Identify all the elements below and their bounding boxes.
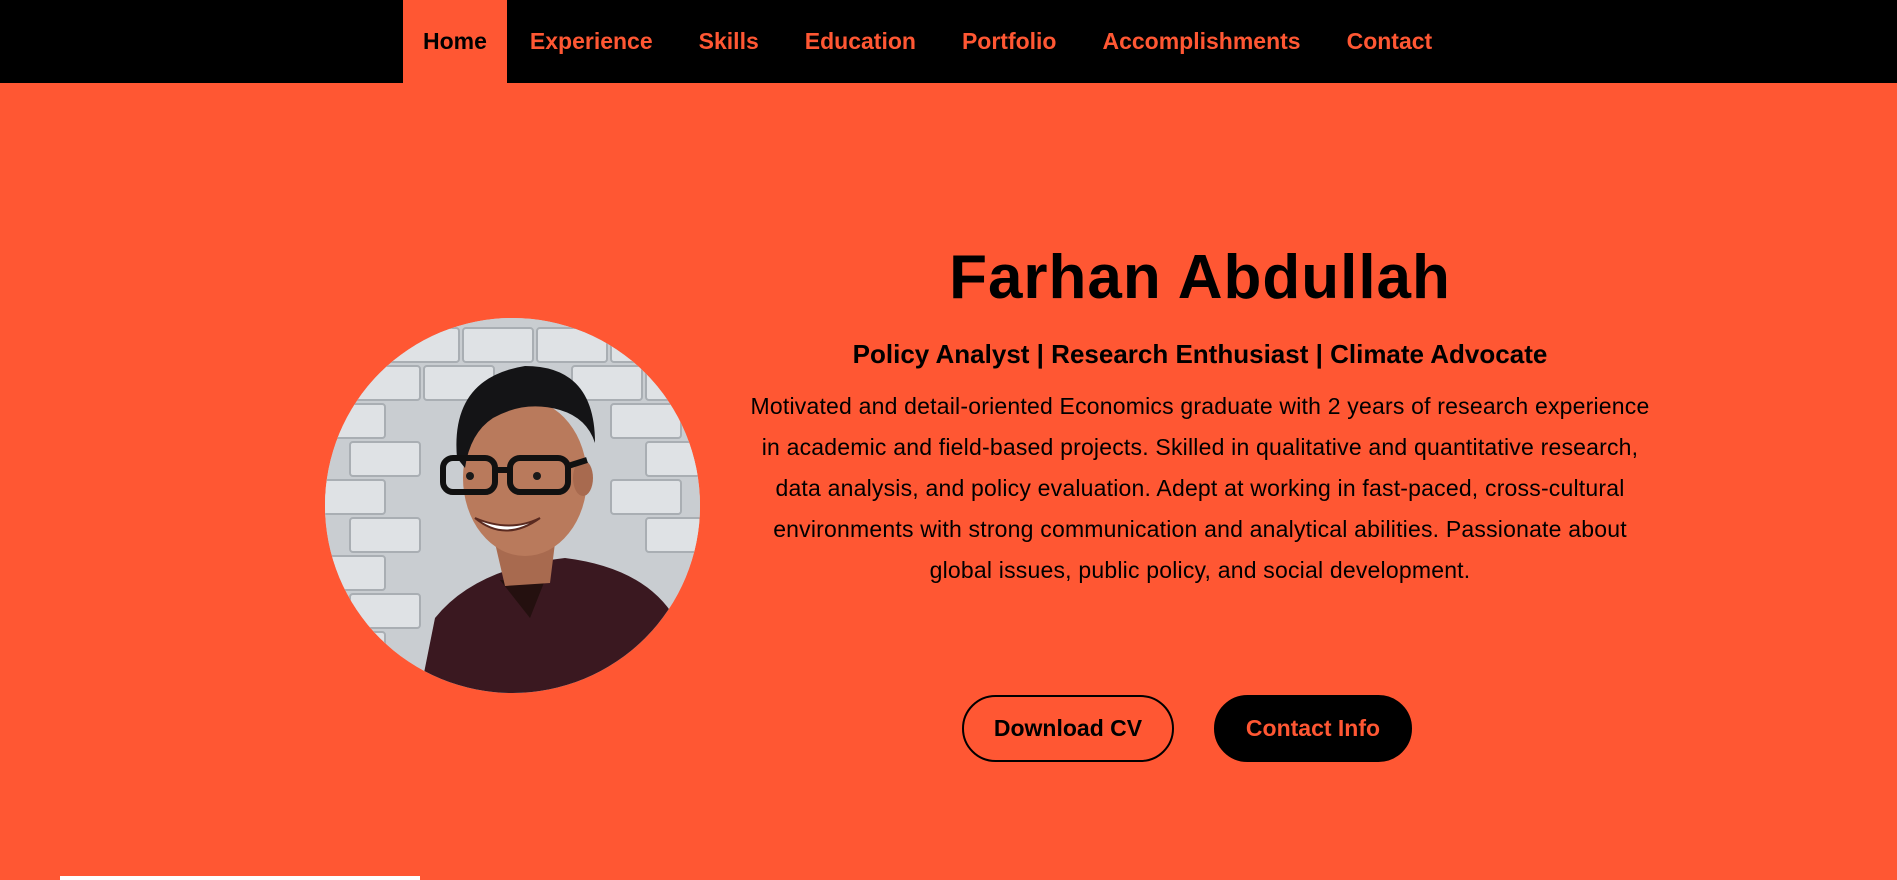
nav-item-education[interactable]: Education [782, 0, 939, 83]
contact-info-button[interactable]: Contact Info [1214, 695, 1412, 762]
profile-avatar [325, 318, 700, 693]
nav-item-skills[interactable]: Skills [676, 0, 782, 83]
hero-tagline: Policy Analyst | Research Enthusiast | C… [852, 339, 1548, 369]
hero-bio: Motivated and detail-oriented Economics … [750, 393, 1650, 583]
hero-section: Farhan Abdullah Policy Analyst | Researc… [745, 230, 1655, 591]
nav-item-portfolio[interactable]: Portfolio [939, 0, 1080, 83]
nav-item-experience[interactable]: Experience [507, 0, 676, 83]
nav-item-contact[interactable]: Contact [1324, 0, 1456, 83]
nav-item-accomplishments[interactable]: Accomplishments [1079, 0, 1323, 83]
nav-menu: Home Experience Skills Education Portfol… [403, 0, 1455, 83]
top-navbar: Home Experience Skills Education Portfol… [0, 0, 1897, 83]
profile-photo-icon [325, 318, 700, 693]
hero-button-group: Download CV Contact Info [962, 695, 1412, 762]
section-divider [60, 876, 420, 880]
nav-item-home[interactable]: Home [403, 0, 507, 83]
download-cv-button[interactable]: Download CV [962, 695, 1174, 762]
hero-name: Farhan Abdullah [949, 243, 1451, 312]
